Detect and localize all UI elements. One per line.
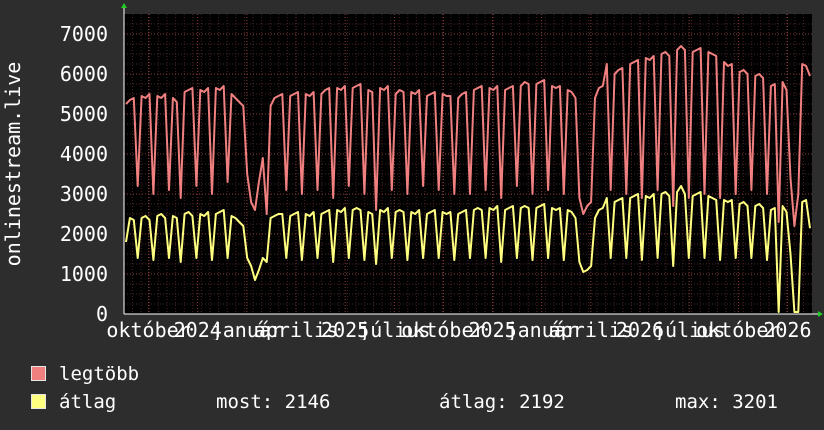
legend-swatch-max [31,366,46,381]
y-tick-label: 1000 [60,262,108,286]
y-tick-label: 2000 [60,222,108,246]
stat-max: max: 3201 [675,391,778,413]
stat-now: most: 2146 [216,391,330,413]
legend-label-avg: átlag [59,391,117,413]
stat-avg-label: átlag: [439,391,508,413]
stat-now-label: most: [216,391,274,413]
stat-avg: átlag: 2192 [439,391,565,413]
stat-avg-value: 2192 [519,391,565,413]
stat-now-value: 2146 [284,391,331,413]
legend-label-max: legtöbb [59,363,140,385]
y-tick-label: 4000 [60,142,108,166]
y-tick-label: 3000 [60,182,108,206]
y-axis-label: onlinestream.live [1,62,25,267]
y-tick-label: 6000 [60,62,108,86]
legend-swatch-avg [31,394,46,409]
x-tick-label: 2026 [763,318,811,340]
stat-max-label: max: [675,391,721,413]
y-axis-arrow [121,3,127,8]
line-chart: 01000200030004000500060007000október2024… [1,3,823,340]
y-tick-label: 7000 [60,22,108,46]
stat-max-value: 3201 [732,391,778,413]
y-tick-label: 5000 [60,102,108,126]
x-axis-arrow [818,311,823,317]
